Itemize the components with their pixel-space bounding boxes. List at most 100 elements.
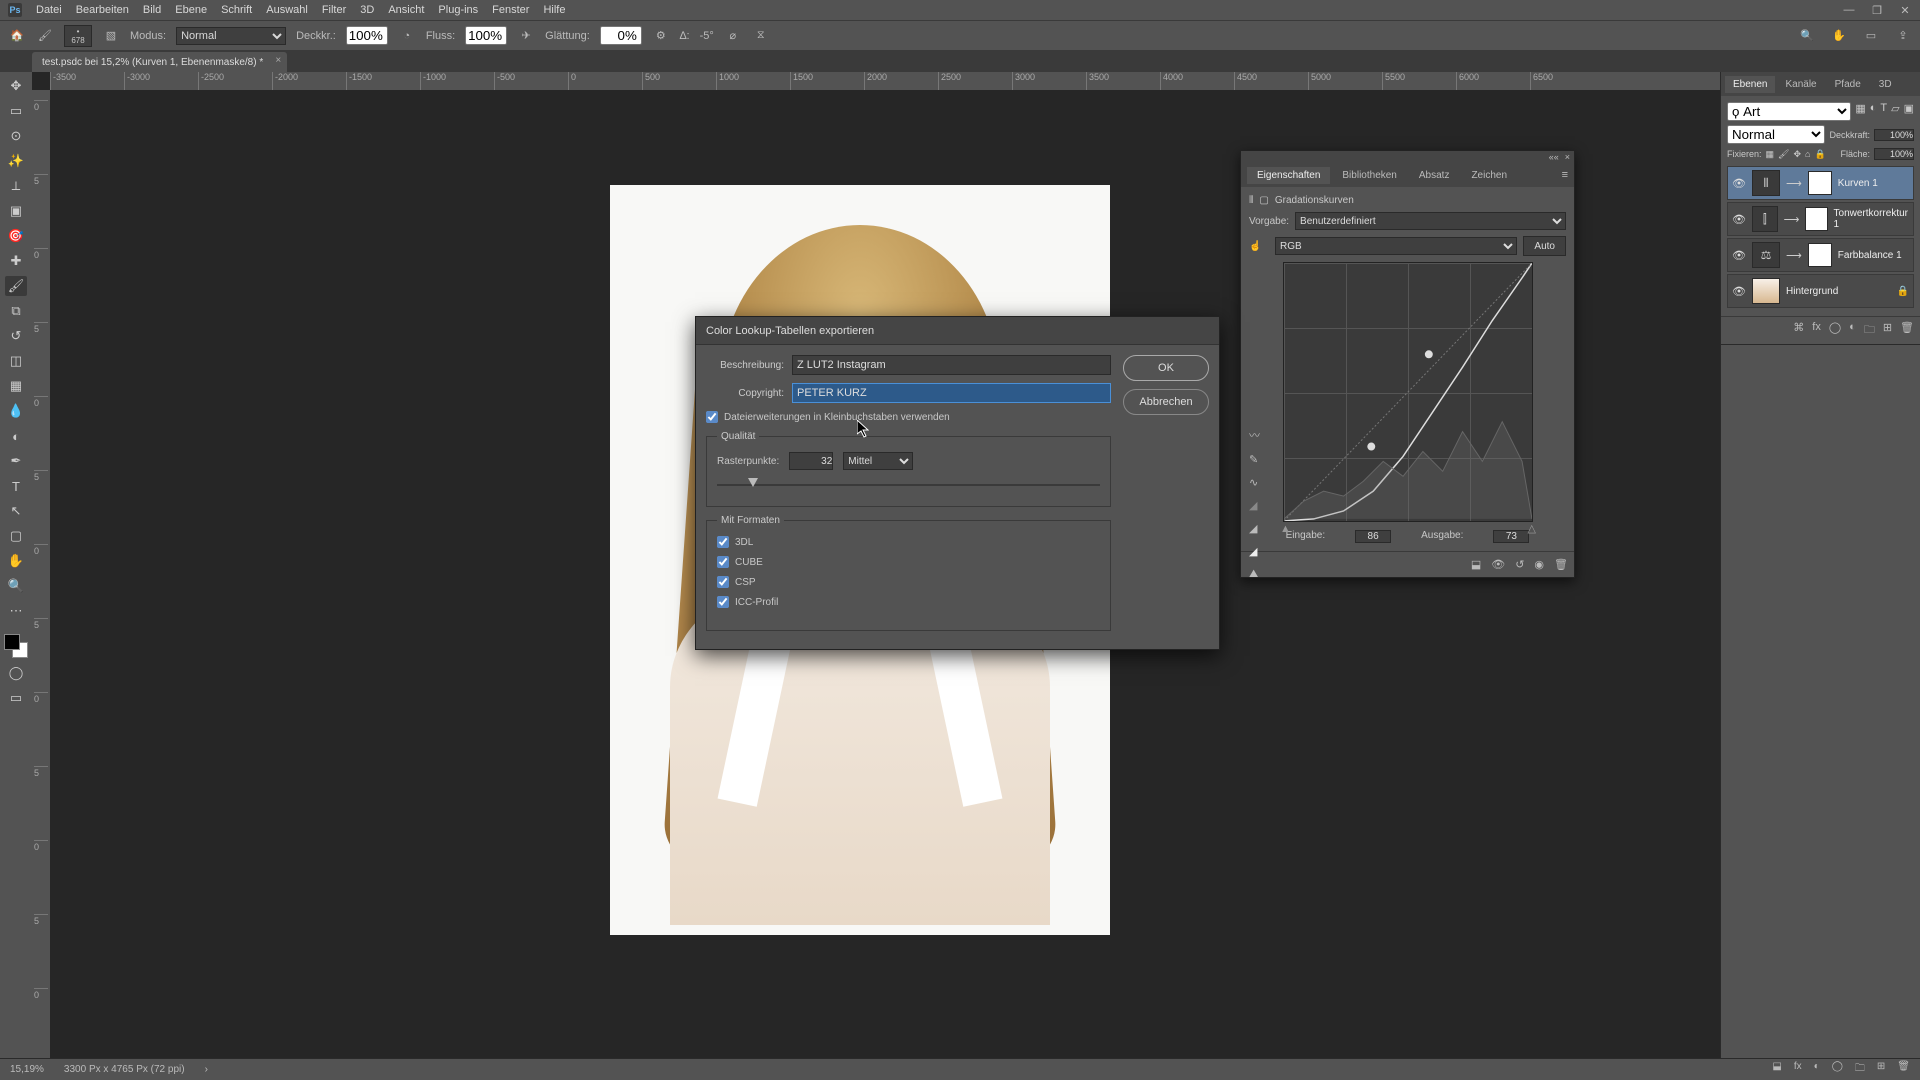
copyright-input[interactable]	[792, 383, 1111, 403]
menu-bild[interactable]: Bild	[143, 4, 161, 16]
stamp-tool[interactable]: ⧉	[5, 301, 27, 321]
shape-tool[interactable]: ▢	[5, 526, 27, 546]
menu-ebene[interactable]: Ebene	[175, 4, 207, 16]
auto-button[interactable]: Auto	[1523, 236, 1566, 256]
filter-smart-icon[interactable]: ▣	[1904, 102, 1914, 121]
zoom-tool[interactable]: 🔍	[5, 576, 27, 596]
clip-layer-icon[interactable]: ⬓	[1471, 558, 1481, 571]
toggle-visibility-icon[interactable]: ◉	[1534, 558, 1544, 571]
lock-pos-icon[interactable]: ✥	[1793, 149, 1801, 160]
point-curve-icon[interactable]: 〰	[1249, 427, 1260, 443]
status-icon[interactable]: ◐	[1814, 1061, 1820, 1078]
curves-graph[interactable]: ▲ △	[1283, 262, 1533, 522]
window-restore-icon[interactable]: ❐	[1870, 4, 1884, 17]
tab-bibliotheken[interactable]: Bibliotheken	[1332, 167, 1406, 184]
dodge-tool[interactable]: ◐	[5, 426, 27, 446]
menu-filter[interactable]: Filter	[322, 4, 346, 16]
curves-mode-icon[interactable]: ⦀	[1249, 195, 1253, 206]
layer-row-kurven[interactable]: 👁 ⦀ ⟶ Kurven 1	[1727, 166, 1914, 200]
symmetry-icon[interactable]: ⧖	[752, 27, 770, 45]
share-icon[interactable]: ⇪	[1894, 27, 1912, 45]
status-chevron-icon[interactable]: ›	[205, 1064, 208, 1075]
mask-mode-icon[interactable]: ▢	[1259, 195, 1268, 206]
document-dimensions[interactable]: 3300 Px x 4765 Px (72 ppi)	[64, 1064, 185, 1075]
format-icc-checkbox[interactable]	[717, 596, 729, 608]
blur-tool[interactable]: 💧	[5, 401, 27, 421]
pressure-size-icon[interactable]: ⌀	[724, 27, 742, 45]
target-adjust-icon[interactable]: ☝	[1249, 241, 1269, 252]
link-layers-icon[interactable]: ⌘	[1793, 321, 1804, 340]
menu-auswahl[interactable]: Auswahl	[266, 4, 308, 16]
link-icon[interactable]: ⟶	[1786, 177, 1802, 190]
pressure-opacity-icon[interactable]: ◔	[398, 27, 416, 45]
reset-icon[interactable]: ↺	[1515, 558, 1524, 571]
lock-all-icon[interactable]: 🔒	[1814, 149, 1825, 160]
group-icon[interactable]: 🗀	[1864, 321, 1875, 340]
brush-panel-icon[interactable]: ▧	[102, 27, 120, 45]
tab-zeichen[interactable]: Zeichen	[1461, 167, 1517, 184]
trash-icon[interactable]: 🗑	[1900, 321, 1914, 340]
description-input[interactable]	[792, 355, 1111, 375]
status-icon[interactable]: 🗑	[1897, 1061, 1910, 1078]
smoothing-gear-icon[interactable]: ⚙	[652, 27, 670, 45]
filter-type-icon[interactable]: T	[1880, 102, 1887, 121]
window-close-icon[interactable]: ✕	[1898, 4, 1912, 17]
screenmode-tool[interactable]: ▭	[5, 688, 27, 708]
close-panel-icon[interactable]: ×	[1565, 152, 1570, 162]
filter-shape-icon[interactable]: ▱	[1891, 102, 1899, 121]
menu-hilfe[interactable]: Hilfe	[543, 4, 565, 16]
menu-ansicht[interactable]: Ansicht	[388, 4, 424, 16]
type-tool[interactable]: T	[5, 476, 27, 496]
hand-tool[interactable]: ✋	[5, 551, 27, 571]
brush-tool-icon[interactable]: 🖌	[36, 27, 54, 45]
lock-nest-icon[interactable]: ⌂	[1805, 149, 1810, 159]
zoom-level[interactable]: 15,19%	[10, 1064, 44, 1075]
collapse-panel-icon[interactable]: ««	[1549, 152, 1559, 162]
eyedropper-tool[interactable]: 🎯	[5, 226, 27, 246]
filter-adj-icon[interactable]: ◐	[1870, 102, 1877, 121]
menu-schrift[interactable]: Schrift	[221, 4, 252, 16]
opacity-input[interactable]	[346, 26, 388, 45]
cancel-button[interactable]: Abbrechen	[1123, 389, 1209, 415]
status-icon[interactable]: ⬓	[1772, 1061, 1781, 1078]
smooth-icon[interactable]: ∿	[1249, 476, 1260, 489]
lock-icon[interactable]: 🔒	[1897, 286, 1909, 297]
airbrush-icon[interactable]: ✈	[517, 27, 535, 45]
view-previous-icon[interactable]: 👁	[1491, 558, 1505, 571]
workspace-icon[interactable]: ▭	[1862, 27, 1880, 45]
move-tool[interactable]: ✥	[5, 76, 27, 96]
format-csp-checkbox[interactable]	[717, 576, 729, 588]
visibility-icon[interactable]: 👁	[1732, 285, 1746, 298]
lock-trans-icon[interactable]: ▦	[1766, 149, 1775, 160]
gray-sampler-icon[interactable]: ◢	[1249, 522, 1260, 535]
visibility-icon[interactable]: 👁	[1732, 177, 1746, 190]
crop-tool[interactable]: ⟂	[5, 176, 27, 196]
hand-icon[interactable]: ✋	[1830, 27, 1848, 45]
layer-opacity-input[interactable]	[1874, 129, 1914, 141]
black-sampler-icon[interactable]: ◢	[1249, 499, 1260, 512]
lowercase-checkbox[interactable]	[706, 411, 718, 423]
layer-row-farbbalance[interactable]: 👁 ⚖ ⟶ Farbbalance 1	[1727, 238, 1914, 272]
layer-row-tonwert[interactable]: 👁 ⫿ ⟶ Tonwertkorrektur 1	[1727, 202, 1914, 236]
adjustment-icon[interactable]: ◐	[1849, 321, 1856, 340]
tab-kanaele[interactable]: Kanäle	[1777, 76, 1824, 93]
layer-name[interactable]: Farbbalance 1	[1838, 250, 1902, 261]
menu-datei[interactable]: Datei	[36, 4, 62, 16]
horizontal-ruler[interactable]: -3500 -3000 -2500 -2000 -1500 -1000 -500…	[50, 72, 1720, 90]
layer-filter-select[interactable]: ϙ Art	[1727, 102, 1851, 121]
status-icon[interactable]: fx	[1794, 1061, 1802, 1078]
format-3dl-checkbox[interactable]	[717, 536, 729, 548]
menu-fenster[interactable]: Fenster	[492, 4, 529, 16]
pen-tool[interactable]: ✒	[5, 451, 27, 471]
tab-3d[interactable]: 3D	[1871, 76, 1900, 93]
new-layer-icon[interactable]: ⊞	[1883, 321, 1892, 340]
preset-select[interactable]: Benutzerdefiniert	[1295, 212, 1566, 230]
tab-eigenschaften[interactable]: Eigenschaften	[1247, 167, 1330, 184]
mask-thumb[interactable]	[1808, 243, 1832, 267]
layer-blend-select[interactable]: Normal	[1727, 125, 1825, 144]
quality-slider[interactable]	[717, 478, 1100, 492]
input-value[interactable]	[1355, 530, 1391, 543]
ok-button[interactable]: OK	[1123, 355, 1209, 381]
channel-select[interactable]: RGB	[1275, 237, 1517, 255]
white-sampler-icon[interactable]: ◢	[1249, 545, 1260, 558]
